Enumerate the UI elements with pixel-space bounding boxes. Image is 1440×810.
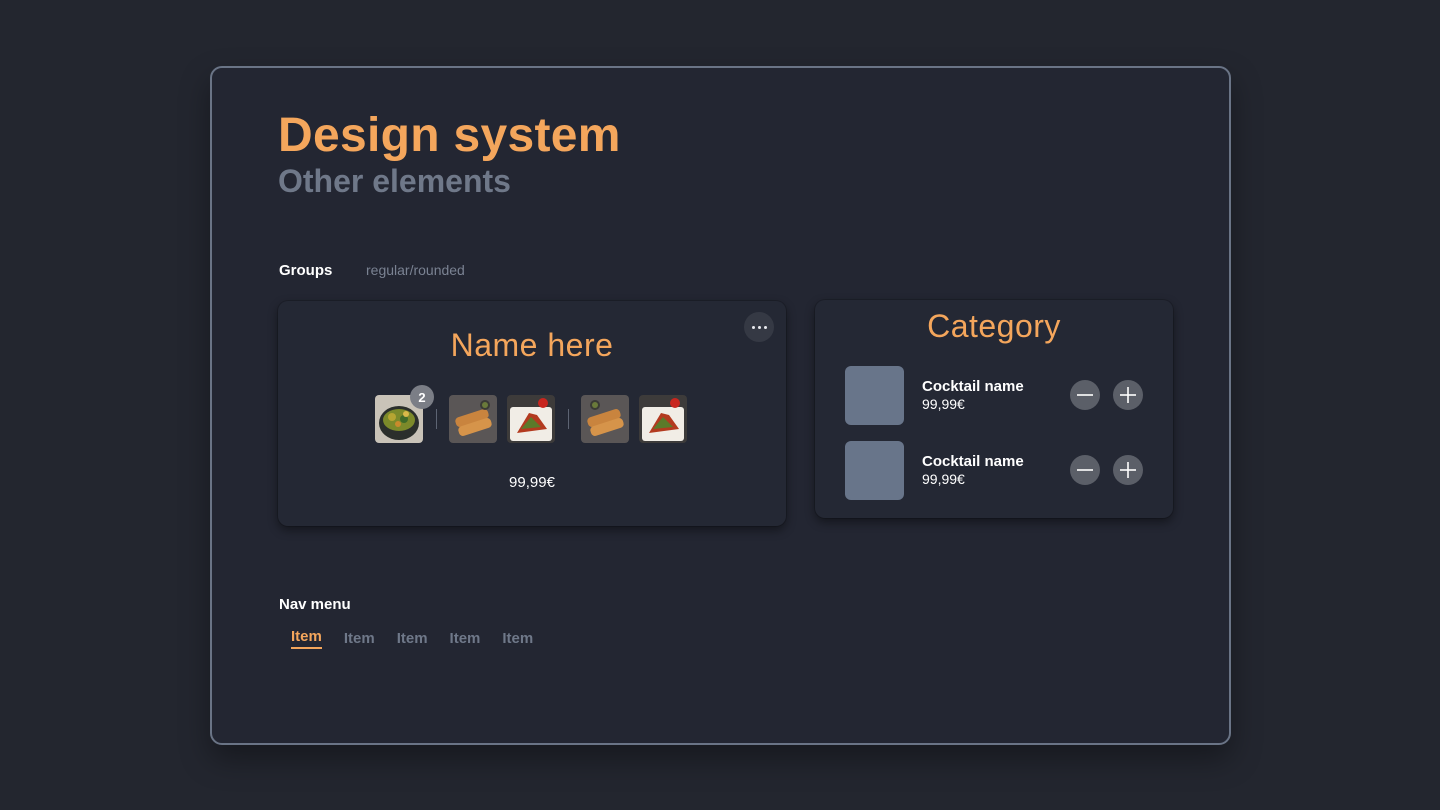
page-subtitle: Other elements xyxy=(278,163,511,199)
category-title: Category xyxy=(927,308,1061,344)
item-price: 99,99€ xyxy=(922,396,965,412)
groups-label: Groups xyxy=(279,262,333,279)
count-badge: 2 xyxy=(410,385,434,409)
decrement-button[interactable] xyxy=(1070,455,1100,485)
list-item: Cocktail name 99,99€ xyxy=(845,366,1145,426)
group-card[interactable]: Name here 2 99,99€ xyxy=(278,301,786,526)
plus-icon xyxy=(1120,462,1136,478)
minus-icon xyxy=(1077,469,1093,471)
nav-menu-label: Nav menu xyxy=(279,596,351,613)
minus-icon xyxy=(1077,394,1093,396)
item-name: Cocktail name xyxy=(922,378,1024,395)
image-placeholder xyxy=(845,441,904,500)
group-price: 99,99€ xyxy=(509,474,555,491)
group-name: Name here xyxy=(450,327,614,363)
nav-item[interactable]: Item xyxy=(450,630,481,649)
food-thumbnail[interactable] xyxy=(507,395,555,443)
list-item: Cocktail name 99,99€ xyxy=(845,441,1145,501)
plus-icon xyxy=(1120,387,1136,403)
item-price: 99,99€ xyxy=(922,471,965,487)
decrement-button[interactable] xyxy=(1070,380,1100,410)
image-placeholder xyxy=(845,366,904,425)
nav-menu: Item Item Item Item Item xyxy=(291,628,533,649)
nav-item[interactable]: Item xyxy=(344,630,375,649)
page-title: Design system xyxy=(278,109,621,162)
category-card: Category Cocktail name 99,99€ Cocktail n… xyxy=(815,300,1173,518)
increment-button[interactable] xyxy=(1113,380,1143,410)
food-thumbnail[interactable] xyxy=(581,395,629,443)
nav-item[interactable]: Item xyxy=(291,628,322,649)
item-name: Cocktail name xyxy=(922,453,1024,470)
divider xyxy=(436,409,437,429)
divider xyxy=(568,409,569,429)
food-thumbnail[interactable] xyxy=(639,395,687,443)
group-thumbnails: 2 xyxy=(375,385,695,443)
increment-button[interactable] xyxy=(1113,455,1143,485)
groups-sublabel: regular/rounded xyxy=(366,262,465,278)
nav-item[interactable]: Item xyxy=(397,630,428,649)
food-thumbnail[interactable] xyxy=(449,395,497,443)
nav-item[interactable]: Item xyxy=(502,630,533,649)
